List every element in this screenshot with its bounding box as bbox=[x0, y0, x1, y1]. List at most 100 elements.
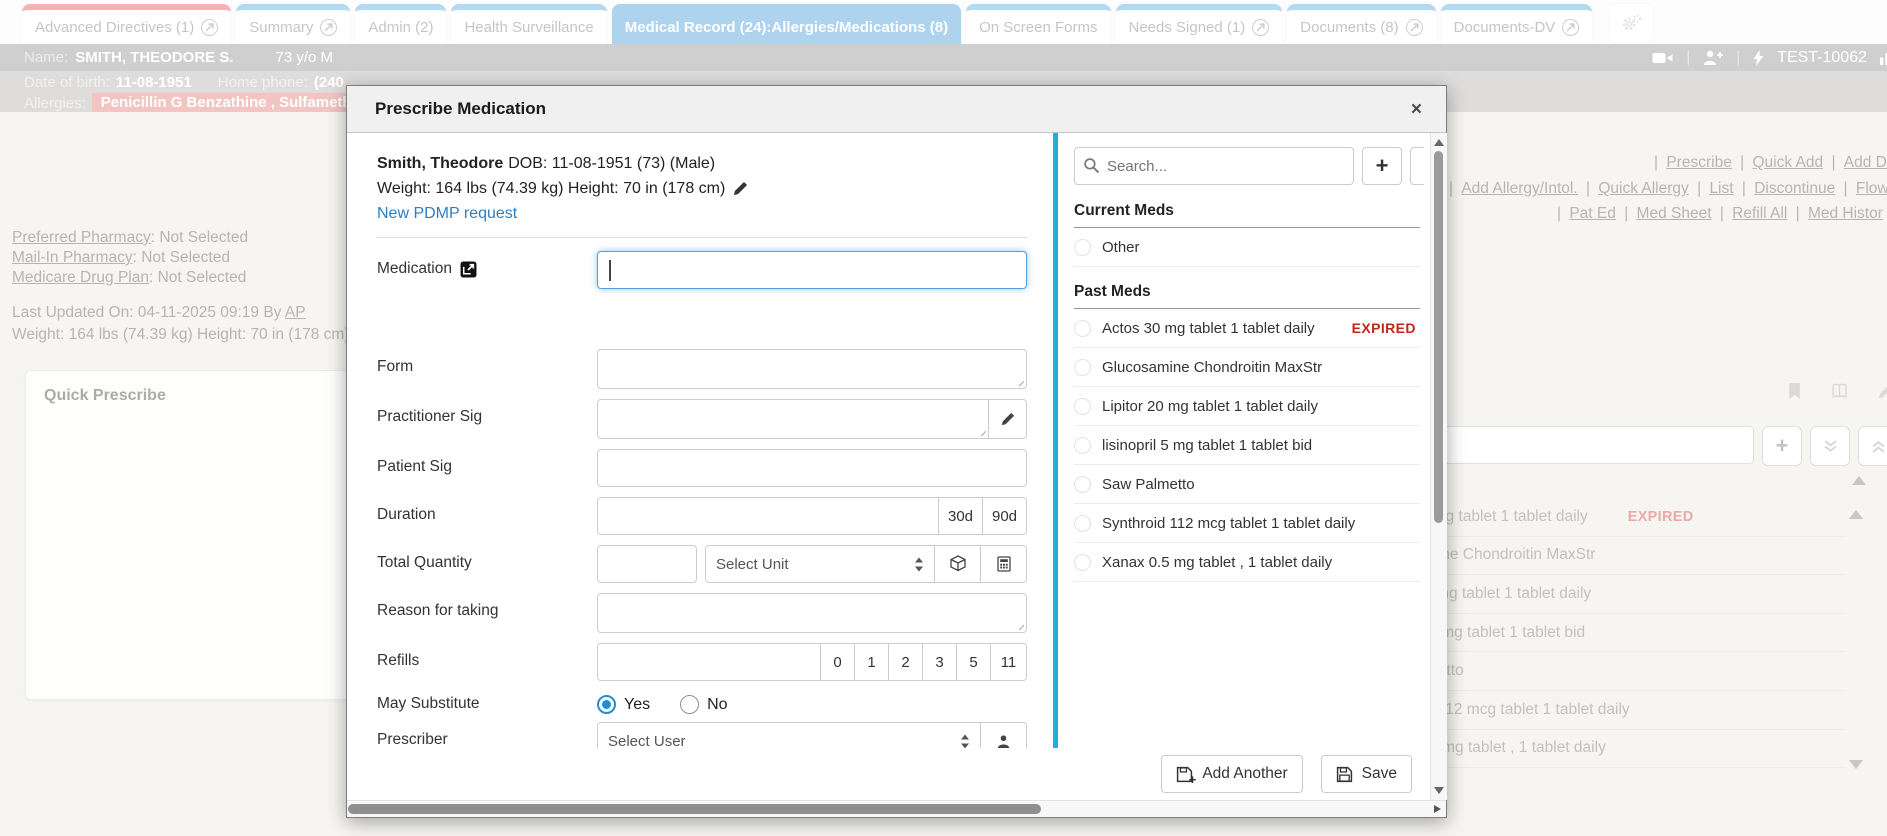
select-user-button[interactable] bbox=[980, 723, 1026, 748]
prescriber-row: Prescriber Select User bbox=[377, 722, 1027, 748]
unit-select[interactable]: Select Unit bbox=[706, 546, 934, 582]
save-icon bbox=[1336, 766, 1353, 783]
medication-label: Medication bbox=[377, 260, 452, 278]
med-option[interactable]: Synthroid 112 mcg tablet 1 tablet daily bbox=[1074, 504, 1420, 543]
user-icon bbox=[996, 734, 1011, 749]
refills-11-button[interactable]: 11 bbox=[990, 644, 1026, 680]
add-another-button[interactable]: + Add Another bbox=[1161, 755, 1302, 793]
search-icon bbox=[1083, 157, 1100, 174]
scrollbar-thumb[interactable] bbox=[1434, 151, 1443, 523]
patient-sig-input[interactable] bbox=[597, 449, 1027, 487]
practitioner-sig-input[interactable] bbox=[598, 400, 988, 438]
med-option-label: Glucosamine Chondroitin MaxStr bbox=[1102, 359, 1322, 376]
select-arrows-icon bbox=[960, 734, 970, 749]
pdmp-request-link[interactable]: New PDMP request bbox=[377, 201, 517, 226]
scroll-up-arrow-icon[interactable] bbox=[1434, 139, 1444, 146]
meds-search-input[interactable] bbox=[1074, 147, 1354, 185]
duration-row: Duration 30d 90d bbox=[377, 497, 1027, 535]
add-medication-button[interactable]: + bbox=[1362, 147, 1402, 185]
partial-button[interactable] bbox=[1410, 147, 1424, 185]
total-quantity-row: Total Quantity Select Unit bbox=[377, 545, 1027, 583]
form-input[interactable] bbox=[597, 349, 1027, 389]
pdmp-line: New PDMP request bbox=[377, 201, 1027, 226]
save-plus-icon: + bbox=[1176, 766, 1193, 783]
med-option[interactable]: Lipitor 20 mg tablet 1 tablet daily bbox=[1074, 387, 1420, 426]
current-meds-header: Current Meds bbox=[1074, 196, 1420, 228]
package-button[interactable] bbox=[934, 546, 980, 582]
refills-0-button[interactable]: 0 bbox=[820, 644, 854, 680]
dialog-content: Smith, Theodore DOB: 11-08-1951 (73) (Ma… bbox=[347, 133, 1430, 800]
duration-90d-button[interactable]: 90d bbox=[982, 498, 1026, 534]
patient-dob: DOB: 11-08-1951 (73) (Male) bbox=[508, 151, 715, 176]
prescribe-medication-dialog: Prescribe Medication × Smith, Theodore D… bbox=[346, 85, 1447, 818]
cube-icon bbox=[949, 555, 967, 573]
refills-label: Refills bbox=[377, 652, 419, 670]
reason-row: Reason for taking bbox=[377, 593, 1027, 633]
med-option-label: Other bbox=[1102, 239, 1140, 256]
practitioner-sig-row: Practitioner Sig bbox=[377, 399, 1027, 439]
med-option[interactable]: Xanax 0.5 mg tablet , 1 tablet daily bbox=[1074, 543, 1420, 582]
med-option-other[interactable]: Other bbox=[1074, 228, 1420, 267]
screen: Advanced Directives (1) Summary Admin (2… bbox=[0, 0, 1887, 836]
medication-input[interactable] bbox=[597, 251, 1027, 289]
duration-30d-button[interactable]: 30d bbox=[938, 498, 982, 534]
edit-sig-button[interactable] bbox=[988, 400, 1026, 438]
close-icon[interactable]: × bbox=[1411, 100, 1422, 119]
refills-5-button[interactable]: 5 bbox=[956, 644, 990, 680]
medication-lookup-icon[interactable] bbox=[460, 261, 477, 278]
text-caret bbox=[609, 260, 611, 281]
patient-sig-row: Patient Sig bbox=[377, 449, 1027, 487]
meds-search-row: + bbox=[1074, 147, 1420, 185]
duration-label: Duration bbox=[377, 506, 436, 524]
radio-icon bbox=[1074, 239, 1091, 256]
refills-row: Refills 0 1 2 3 5 11 bbox=[377, 643, 1027, 681]
refills-input[interactable] bbox=[598, 644, 820, 680]
calculator-icon bbox=[996, 556, 1012, 572]
edit-vitals-pencil-icon[interactable] bbox=[733, 181, 748, 196]
med-option[interactable]: Glucosamine Chondroitin MaxStr bbox=[1074, 348, 1420, 387]
may-substitute-label: May Substitute bbox=[377, 695, 480, 713]
total-quantity-input[interactable] bbox=[597, 545, 697, 583]
med-option-label: Actos 30 mg tablet 1 tablet daily bbox=[1102, 320, 1315, 337]
prescriber-select[interactable]: Select User bbox=[598, 723, 980, 748]
dialog-footer: + Add Another Save bbox=[347, 748, 1430, 800]
patient-vitals-line: Weight: 164 lbs (74.39 kg) Height: 70 in… bbox=[377, 176, 1027, 201]
dialog-horizontal-scrollbar[interactable] bbox=[347, 800, 1446, 817]
med-option[interactable]: Saw Palmetto bbox=[1074, 465, 1420, 504]
refills-1-button[interactable]: 1 bbox=[854, 644, 888, 680]
med-option-label: Saw Palmetto bbox=[1102, 476, 1195, 493]
select-arrows-icon bbox=[914, 557, 924, 572]
meds-selector-panel: + Current Meds Other Past Meds Actos 30 … bbox=[1053, 133, 1430, 748]
reason-input[interactable] bbox=[597, 593, 1027, 633]
form-label: Form bbox=[377, 358, 413, 376]
refills-3-button[interactable]: 3 bbox=[922, 644, 956, 680]
patient-sig-label: Patient Sig bbox=[377, 458, 452, 476]
dialog-vertical-scrollbar[interactable] bbox=[1430, 133, 1447, 800]
refills-2-button[interactable]: 2 bbox=[888, 644, 922, 680]
radio-icon bbox=[1074, 554, 1091, 571]
radio-icon bbox=[1074, 437, 1091, 454]
medication-row: Medication bbox=[377, 251, 1027, 289]
prescriber-label: Prescriber bbox=[377, 731, 448, 748]
total-quantity-label: Total Quantity bbox=[377, 554, 472, 572]
dialog-title: Prescribe Medication bbox=[375, 99, 546, 119]
save-button[interactable]: Save bbox=[1321, 755, 1412, 793]
prescriber-select-value: Select User bbox=[608, 733, 686, 749]
med-option-label: lisinopril 5 mg tablet 1 tablet bid bbox=[1102, 437, 1312, 454]
calculator-button[interactable] bbox=[980, 546, 1026, 582]
expired-badge: EXPIRED bbox=[1352, 320, 1416, 336]
patient-summary-line: Smith, Theodore DOB: 11-08-1951 (73) (Ma… bbox=[377, 151, 1027, 176]
med-option[interactable]: lisinopril 5 mg tablet 1 tablet bid bbox=[1074, 426, 1420, 465]
scrollbar-thumb[interactable] bbox=[348, 804, 1041, 814]
medication-label-wrap: Medication bbox=[377, 251, 597, 278]
med-option[interactable]: Actos 30 mg tablet 1 tablet daily EXPIRE… bbox=[1074, 309, 1420, 348]
practitioner-sig-label: Practitioner Sig bbox=[377, 408, 482, 426]
med-option-label: Xanax 0.5 mg tablet , 1 tablet daily bbox=[1102, 554, 1332, 571]
substitute-no-radio[interactable] bbox=[680, 695, 699, 714]
duration-input[interactable] bbox=[598, 498, 938, 534]
scroll-down-arrow-icon[interactable] bbox=[1434, 787, 1444, 794]
plus-icon: + bbox=[1376, 153, 1389, 179]
radio-icon bbox=[1074, 476, 1091, 493]
substitute-yes-radio[interactable] bbox=[597, 695, 616, 714]
scroll-right-arrow-icon[interactable] bbox=[1434, 805, 1441, 813]
